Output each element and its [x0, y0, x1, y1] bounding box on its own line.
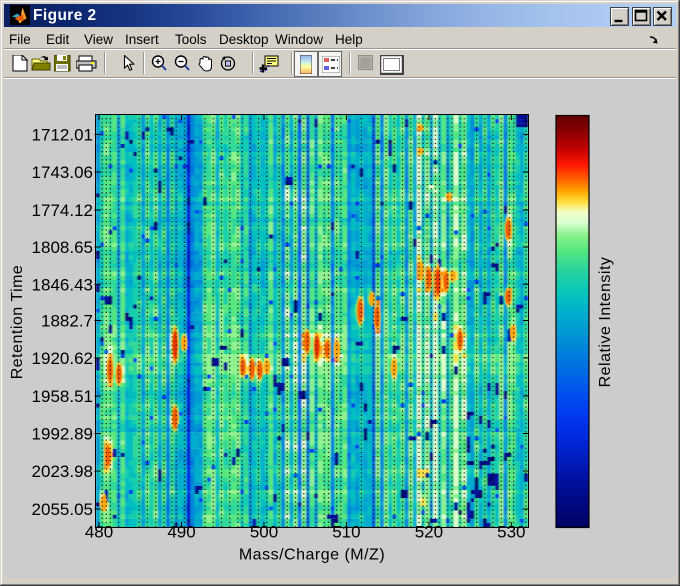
- svg-text:2023.98: 2023.98: [32, 462, 93, 481]
- svg-text:1712.01: 1712.01: [32, 126, 93, 145]
- svg-text:480: 480: [85, 523, 113, 542]
- svg-text:1992.89: 1992.89: [32, 425, 93, 444]
- svg-text:1808.65: 1808.65: [32, 238, 93, 257]
- svg-text:2055.05: 2055.05: [32, 500, 93, 519]
- svg-text:Retention Time: Retention Time: [9, 265, 26, 380]
- svg-text:1774.12: 1774.12: [32, 201, 93, 220]
- svg-text:1958.51: 1958.51: [32, 387, 93, 406]
- svg-text:500: 500: [250, 523, 278, 542]
- svg-text:530: 530: [497, 523, 525, 542]
- svg-text:520: 520: [415, 523, 443, 542]
- svg-text:1882.7: 1882.7: [41, 312, 93, 331]
- svg-text:490: 490: [167, 523, 195, 542]
- svg-text:510: 510: [332, 523, 360, 542]
- svg-text:1743.06: 1743.06: [32, 163, 93, 182]
- svg-text:Relative Intensity: Relative Intensity: [597, 257, 614, 388]
- svg-text:1846.43: 1846.43: [32, 276, 93, 295]
- svg-text:Mass/Charge (M/Z): Mass/Charge (M/Z): [239, 547, 385, 564]
- svg-text:1920.62: 1920.62: [32, 349, 93, 368]
